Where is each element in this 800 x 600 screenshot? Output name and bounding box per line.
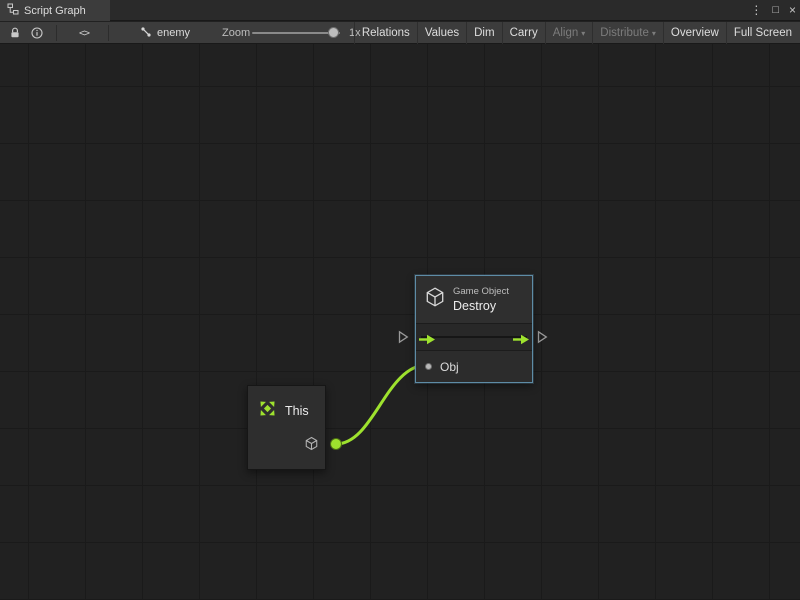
window-controls: ⋮ □ ×	[750, 0, 796, 21]
lock-icon[interactable]	[6, 22, 24, 44]
zoom-slider-thumb[interactable]	[328, 27, 339, 38]
obj-port-label: Obj	[440, 360, 459, 374]
obj-port-row: Obj	[416, 351, 532, 382]
flow-in-arrow-icon[interactable]	[418, 332, 436, 343]
this-icon	[257, 398, 278, 424]
graph-breadcrumb[interactable]: enemy	[140, 22, 190, 44]
flow-out-arrow-icon[interactable]	[512, 332, 530, 343]
flow-input-port-arrow[interactable]	[398, 330, 409, 344]
zoom-slider-track[interactable]	[252, 32, 340, 34]
maximize-icon[interactable]: □	[772, 0, 779, 21]
zoom-label: Zoom	[222, 22, 250, 44]
distribute-dropdown[interactable]: Distribute ▾	[592, 22, 663, 44]
code-view-icon[interactable]: <>	[72, 22, 96, 44]
graph-canvas[interactable]: Game Object Destroy	[0, 44, 800, 600]
connection-wire	[0, 44, 800, 600]
node-title-label: Destroy	[453, 299, 509, 313]
graph-asset-icon	[140, 26, 152, 41]
carry-button[interactable]: Carry	[502, 22, 545, 44]
graph-toolbar: <> enemy Zoom 1x Relations Values	[0, 22, 800, 44]
values-button[interactable]: Values	[417, 22, 466, 44]
this-title-label: This	[285, 404, 309, 418]
close-icon[interactable]: ×	[789, 0, 796, 21]
dim-button[interactable]: Dim	[466, 22, 501, 44]
info-icon[interactable]	[28, 22, 46, 44]
chevron-down-icon: ▾	[652, 29, 656, 38]
graph-tab-icon	[7, 3, 19, 18]
script-graph-window: Script Graph ⋮ □ × <>	[0, 0, 800, 600]
obj-input-port[interactable]	[425, 363, 432, 370]
flow-ports-row	[416, 324, 532, 351]
zoom-slider[interactable]	[252, 22, 340, 44]
overview-button[interactable]: Overview	[663, 22, 726, 44]
destroy-node-header[interactable]: Game Object Destroy	[416, 276, 532, 324]
toolbar-separator	[108, 25, 109, 41]
destroy-node[interactable]: Game Object Destroy	[415, 275, 533, 383]
this-node[interactable]: This	[247, 385, 326, 470]
toolbar-separator	[56, 25, 57, 41]
window-menu-icon[interactable]: ⋮	[750, 0, 762, 21]
connection-start-dot[interactable]	[330, 438, 342, 450]
full-screen-button[interactable]: Full Screen	[726, 22, 799, 44]
graph-name: enemy	[157, 27, 190, 39]
toolbar-buttons: Relations Values Dim Carry Align ▾ Distr…	[354, 22, 799, 44]
tab-title: Script Graph	[24, 5, 86, 17]
this-node-header: This	[248, 386, 325, 424]
align-dropdown[interactable]: Align ▾	[545, 22, 593, 44]
relations-button[interactable]: Relations	[354, 22, 417, 44]
title-bar: Script Graph ⋮ □ ×	[0, 0, 800, 21]
game-object-output-port-icon[interactable]	[304, 436, 319, 456]
game-object-cube-icon	[424, 286, 446, 313]
flow-output-port-arrow[interactable]	[537, 330, 548, 344]
tab-script-graph[interactable]: Script Graph	[0, 0, 110, 21]
node-category-label: Game Object	[453, 286, 509, 297]
chevron-down-icon: ▾	[581, 29, 585, 38]
